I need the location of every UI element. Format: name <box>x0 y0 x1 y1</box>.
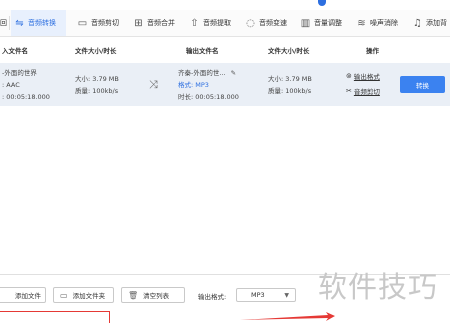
tool-home[interactable]: 回 <box>0 10 9 36</box>
tool-audio-convert[interactable]: ⇋ 音频转换 <box>11 10 66 36</box>
input-file-name: -外面的世界 <box>2 69 37 77</box>
audio-cut-link[interactable]: ✂ 音频剪切 <box>346 86 380 96</box>
output-format-select[interactable]: MP3 ▼ <box>236 288 296 302</box>
tool-audio-convert-label: 音频转换 <box>28 19 56 27</box>
header-output-file: 输出文件名 <box>186 47 219 55</box>
tool-volume-adjust-label: 音量调整 <box>314 19 342 27</box>
output-file-duration: 时长: 00:05:18.000 <box>178 93 239 101</box>
toolbar-divider <box>9 16 10 30</box>
scissors-icon: ✂ <box>346 87 352 95</box>
table-header: 入文件名 文件大小/时长 输出文件名 文件大小/时长 操作 <box>0 45 450 59</box>
input-file-size: 大小: 3.79 MB <box>75 75 119 83</box>
output-file-name: 齐秦-外面的世... <box>178 69 226 77</box>
output-format-label: 输出格式: <box>198 293 227 301</box>
tool-volume-adjust[interactable]: ▥ 音量调整 <box>300 10 342 36</box>
speed-icon: ◌ <box>246 17 255 29</box>
output-format-select-value: MP3 <box>251 291 265 299</box>
output-file-size: 大小: 3.79 MB <box>268 75 312 83</box>
output-format-link[interactable]: ⊚ 输出格式 <box>346 71 380 81</box>
noise-icon: ≋ <box>357 17 366 29</box>
tool-home-label: 回 <box>0 19 7 27</box>
trash-icon: 🗑︎ <box>128 290 139 300</box>
merge-icon: ⊞ <box>134 17 143 29</box>
output-name-wrap: 齐秦-外面的世... ✎ <box>178 68 236 78</box>
output-format-link-label: 输出格式 <box>353 73 380 81</box>
tool-audio-speed-label: 音频变速 <box>259 19 287 27</box>
top-indicator <box>318 0 326 6</box>
header-input-file: 入文件名 <box>2 47 28 55</box>
settings-icon: ⊚ <box>346 72 352 80</box>
tool-audio-extract-label: 音频提取 <box>203 19 231 27</box>
convert-icon: ⇋ <box>15 17 24 29</box>
extract-icon: ⇧ <box>190 17 199 29</box>
music-icon: ♫ <box>413 17 422 29</box>
input-file-duration: : 00:05:18.000 <box>2 93 50 101</box>
folder-icon: ▭ <box>60 290 68 300</box>
toolbar: 回 ⇋ 音频转换 ▭ 音频剪切 ⊞ 音频合并 ⇧ 音频提取 ◌ 音频变速 ▥ 音… <box>0 10 450 37</box>
edit-icon[interactable]: ✎ <box>231 69 236 77</box>
add-file-button[interactable]: 添加文件 <box>0 287 46 303</box>
tool-audio-cut-label: 音频剪切 <box>91 19 119 27</box>
tool-audio-merge[interactable]: ⊞ 音频合并 <box>133 10 175 36</box>
tool-noise-removal[interactable]: ≋ 噪声消除 <box>356 10 398 36</box>
chevron-down-icon: ▼ <box>284 292 289 299</box>
add-folder-button[interactable]: ▭ 添加文件夹 <box>53 287 114 303</box>
clear-list-button-label: 清空列表 <box>143 292 170 300</box>
tool-add-background-label: 添加背 <box>426 19 447 27</box>
header-input-size: 文件大小/时长 <box>75 47 117 55</box>
highlight-box <box>0 311 110 323</box>
output-file-quality: 质量: 100kb/s <box>268 87 312 95</box>
output-file-format[interactable]: 格式: MP3 <box>178 80 209 90</box>
highlight-arrow <box>240 312 335 321</box>
convert-button[interactable]: 转换 <box>400 76 445 93</box>
tool-noise-removal-label: 噪声消除 <box>370 19 398 27</box>
clear-list-button[interactable]: 🗑︎ 清空列表 <box>121 287 185 303</box>
add-folder-button-label: 添加文件夹 <box>72 292 106 300</box>
tool-add-background[interactable]: ♫ 添加背 <box>412 10 447 36</box>
header-actions: 操作 <box>366 47 379 55</box>
shuffle-icon: ⤨ <box>149 78 158 91</box>
header-output-size: 文件大小/时长 <box>268 47 310 55</box>
cut-icon: ▭ <box>77 17 88 29</box>
audio-cut-link-label: 音频剪切 <box>353 88 380 96</box>
input-file-format: : AAC <box>2 81 20 89</box>
tool-audio-extract[interactable]: ⇧ 音频提取 <box>189 10 231 36</box>
watermark-text: 软件技巧 <box>318 270 439 304</box>
volume-icon: ▥ <box>300 17 311 29</box>
tool-audio-speed[interactable]: ◌ 音频变速 <box>245 10 287 36</box>
tool-audio-cut[interactable]: ▭ 音频剪切 <box>77 10 119 36</box>
input-file-quality: 质量: 100kb/s <box>75 87 119 95</box>
add-file-button-label: 添加文件 <box>15 292 41 300</box>
tool-audio-merge-label: 音频合并 <box>147 19 175 27</box>
